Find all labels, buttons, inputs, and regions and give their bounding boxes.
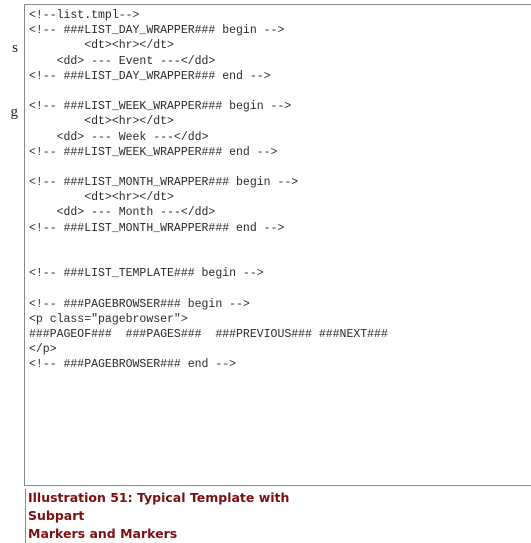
code-line: <!--list.tmpl--> xyxy=(29,9,140,22)
illustration-caption: Illustration 51: Typical Template with S… xyxy=(25,489,328,543)
code-line: <!-- ###LIST_DAY_WRAPPER### end --> xyxy=(29,69,271,83)
left-fragment: g xyxy=(10,104,19,120)
code-line: <dd> --- Event ---</dd> xyxy=(29,54,216,68)
code-line: <dt><hr></dt> xyxy=(29,191,174,205)
code-line: <!-- ###PAGEBROWSER### end --> xyxy=(29,358,237,372)
code-line: ###PAGEOF### ###PAGES### ###PREVIOUS### … xyxy=(29,327,388,341)
code-line: <!-- ###LIST_MONTH_WRAPPER### end --> xyxy=(29,221,285,235)
code-line: <p class="pagebrowser"> xyxy=(29,312,188,326)
code-line: <dd> --- Month ---</dd> xyxy=(29,206,216,220)
code-line: <!-- ###LIST_MONTH_WRAPPER### begin --> xyxy=(29,176,299,190)
code-line: <!-- ###LIST_TEMPLATE### begin --> xyxy=(29,267,264,281)
code-line: <!-- ###LIST_DAY_WRAPPER### begin --> xyxy=(29,24,285,38)
code-line: <!-- ###LIST_WEEK_WRAPPER### begin --> xyxy=(29,100,292,114)
left-text-fragments: s g xyxy=(0,0,22,533)
caption-line: Illustration 51: Typical Template with S… xyxy=(28,490,290,523)
left-fragment: s xyxy=(12,40,18,56)
code-listing: <!--list.tmpl--> <!-- ###LIST_DAY_WRAPPER… xyxy=(29,8,388,373)
code-line: </p> xyxy=(29,343,57,357)
caption-line: Markers and Markers xyxy=(28,526,178,541)
code-screenshot: <!--list.tmpl--> <!-- ###LIST_DAY_WRAPPER… xyxy=(24,4,531,486)
code-line: <!-- ###LIST_WEEK_WRAPPER### end --> xyxy=(29,145,278,159)
code-line: <!-- ###PAGEBROWSER### begin --> xyxy=(29,297,250,311)
code-line: <dd> --- Week ---</dd> xyxy=(29,130,209,144)
code-line: <dt><hr></dt> xyxy=(29,115,174,129)
code-line: <dt><hr></dt> xyxy=(29,39,174,53)
